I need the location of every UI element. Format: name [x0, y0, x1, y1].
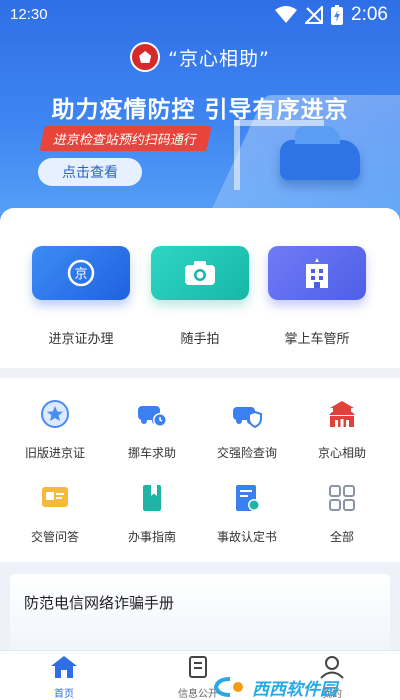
- service-label: 旧版进京证: [24, 446, 85, 460]
- banner-car-graphic: [280, 126, 360, 180]
- info-doc-icon: [189, 656, 207, 678]
- chat-icon: [42, 487, 68, 507]
- battery-charging-icon: [331, 5, 344, 25]
- document-icon: [236, 485, 260, 511]
- app-screen: 12:30 2:06 “京心相助” 助力疫情防控 引导有序进京 进京检查站预约扫…: [0, 0, 400, 700]
- tile-vehicle-office[interactable]: [268, 246, 366, 300]
- service-accident-report[interactable]: 事故认定书: [197, 482, 297, 545]
- service-label: 办事指南: [127, 530, 176, 544]
- main-services-card: 京 进京证办理 随手拍 掌上车管所: [0, 208, 400, 368]
- service-label: 事故认定书: [216, 530, 277, 544]
- service-label: 交管问答: [30, 530, 79, 544]
- beijing-emblem-icon: [130, 42, 161, 72]
- banner-subline: 进京检查站预约扫码通行: [39, 126, 212, 151]
- star-badge-icon: [41, 400, 69, 428]
- anti-fraud-title: 防范电信网络诈骗手册: [24, 594, 175, 612]
- view-details-button[interactable]: 点击查看: [38, 158, 142, 186]
- no-signal-icon: [305, 6, 324, 24]
- status-clock: 2:06: [351, 4, 388, 25]
- status-bar: 12:30 2:06: [0, 0, 400, 34]
- service-label: 交强险查询: [216, 446, 277, 460]
- site-watermark: 西西软件园: [212, 676, 382, 700]
- watermark-text: 西西软件园: [252, 679, 337, 700]
- tiananmen-icon: [329, 401, 355, 427]
- service-label: 京心相助: [317, 446, 366, 460]
- status-time: 12:30: [10, 6, 48, 23]
- nav-home[interactable]: 首页: [24, 655, 104, 700]
- camera-icon: [185, 261, 215, 285]
- car-shield-icon: [233, 407, 262, 429]
- car-clock-icon: [138, 406, 167, 427]
- jing-badge-icon: 京: [67, 259, 95, 287]
- service-move-car[interactable]: 挪车求助: [102, 398, 202, 461]
- service-jingxin-help[interactable]: 京心相助: [292, 398, 392, 461]
- tile-label: 随手拍: [180, 332, 220, 347]
- service-label: 挪车求助: [127, 446, 176, 460]
- service-traffic-qa[interactable]: 交管问答: [5, 482, 105, 545]
- banner-headline: 助力疫情防控 引导有序进京: [51, 97, 349, 123]
- tile-entry-permit[interactable]: 京: [32, 246, 130, 300]
- promo-banner[interactable]: 12:30 2:06 “京心相助” 助力疫情防控 引导有序进京 进京检查站预约扫…: [0, 0, 400, 230]
- grid-icon: [329, 485, 355, 511]
- service-all[interactable]: 全部: [292, 482, 392, 545]
- book-icon: [143, 485, 161, 511]
- wifi-icon: [275, 6, 298, 23]
- service-old-permit[interactable]: 旧版进京证: [5, 398, 105, 461]
- tile-label: 掌上车管所: [284, 332, 350, 347]
- watermark-logo-icon: [213, 677, 243, 697]
- service-insurance-query[interactable]: 交强险查询: [197, 398, 297, 461]
- tile-snapshot[interactable]: [151, 246, 249, 300]
- nav-label: 首页: [54, 689, 74, 700]
- service-grid-card: 旧版进京证 挪车求助 交强险查询 京心相助 交管问答 办事指南 事故认定书 全部: [0, 378, 400, 562]
- svg-text:京: 京: [74, 267, 87, 282]
- tile-label: 进京证办理: [48, 332, 114, 347]
- brand-text: “京心相助”: [168, 47, 270, 70]
- building-icon: [306, 258, 328, 288]
- banner-checkpoint-graphic: [234, 120, 324, 190]
- service-guide[interactable]: 办事指南: [102, 482, 202, 545]
- home-icon: [51, 656, 77, 678]
- brand-row: “京心相助”: [0, 42, 400, 72]
- service-label: 全部: [329, 530, 354, 544]
